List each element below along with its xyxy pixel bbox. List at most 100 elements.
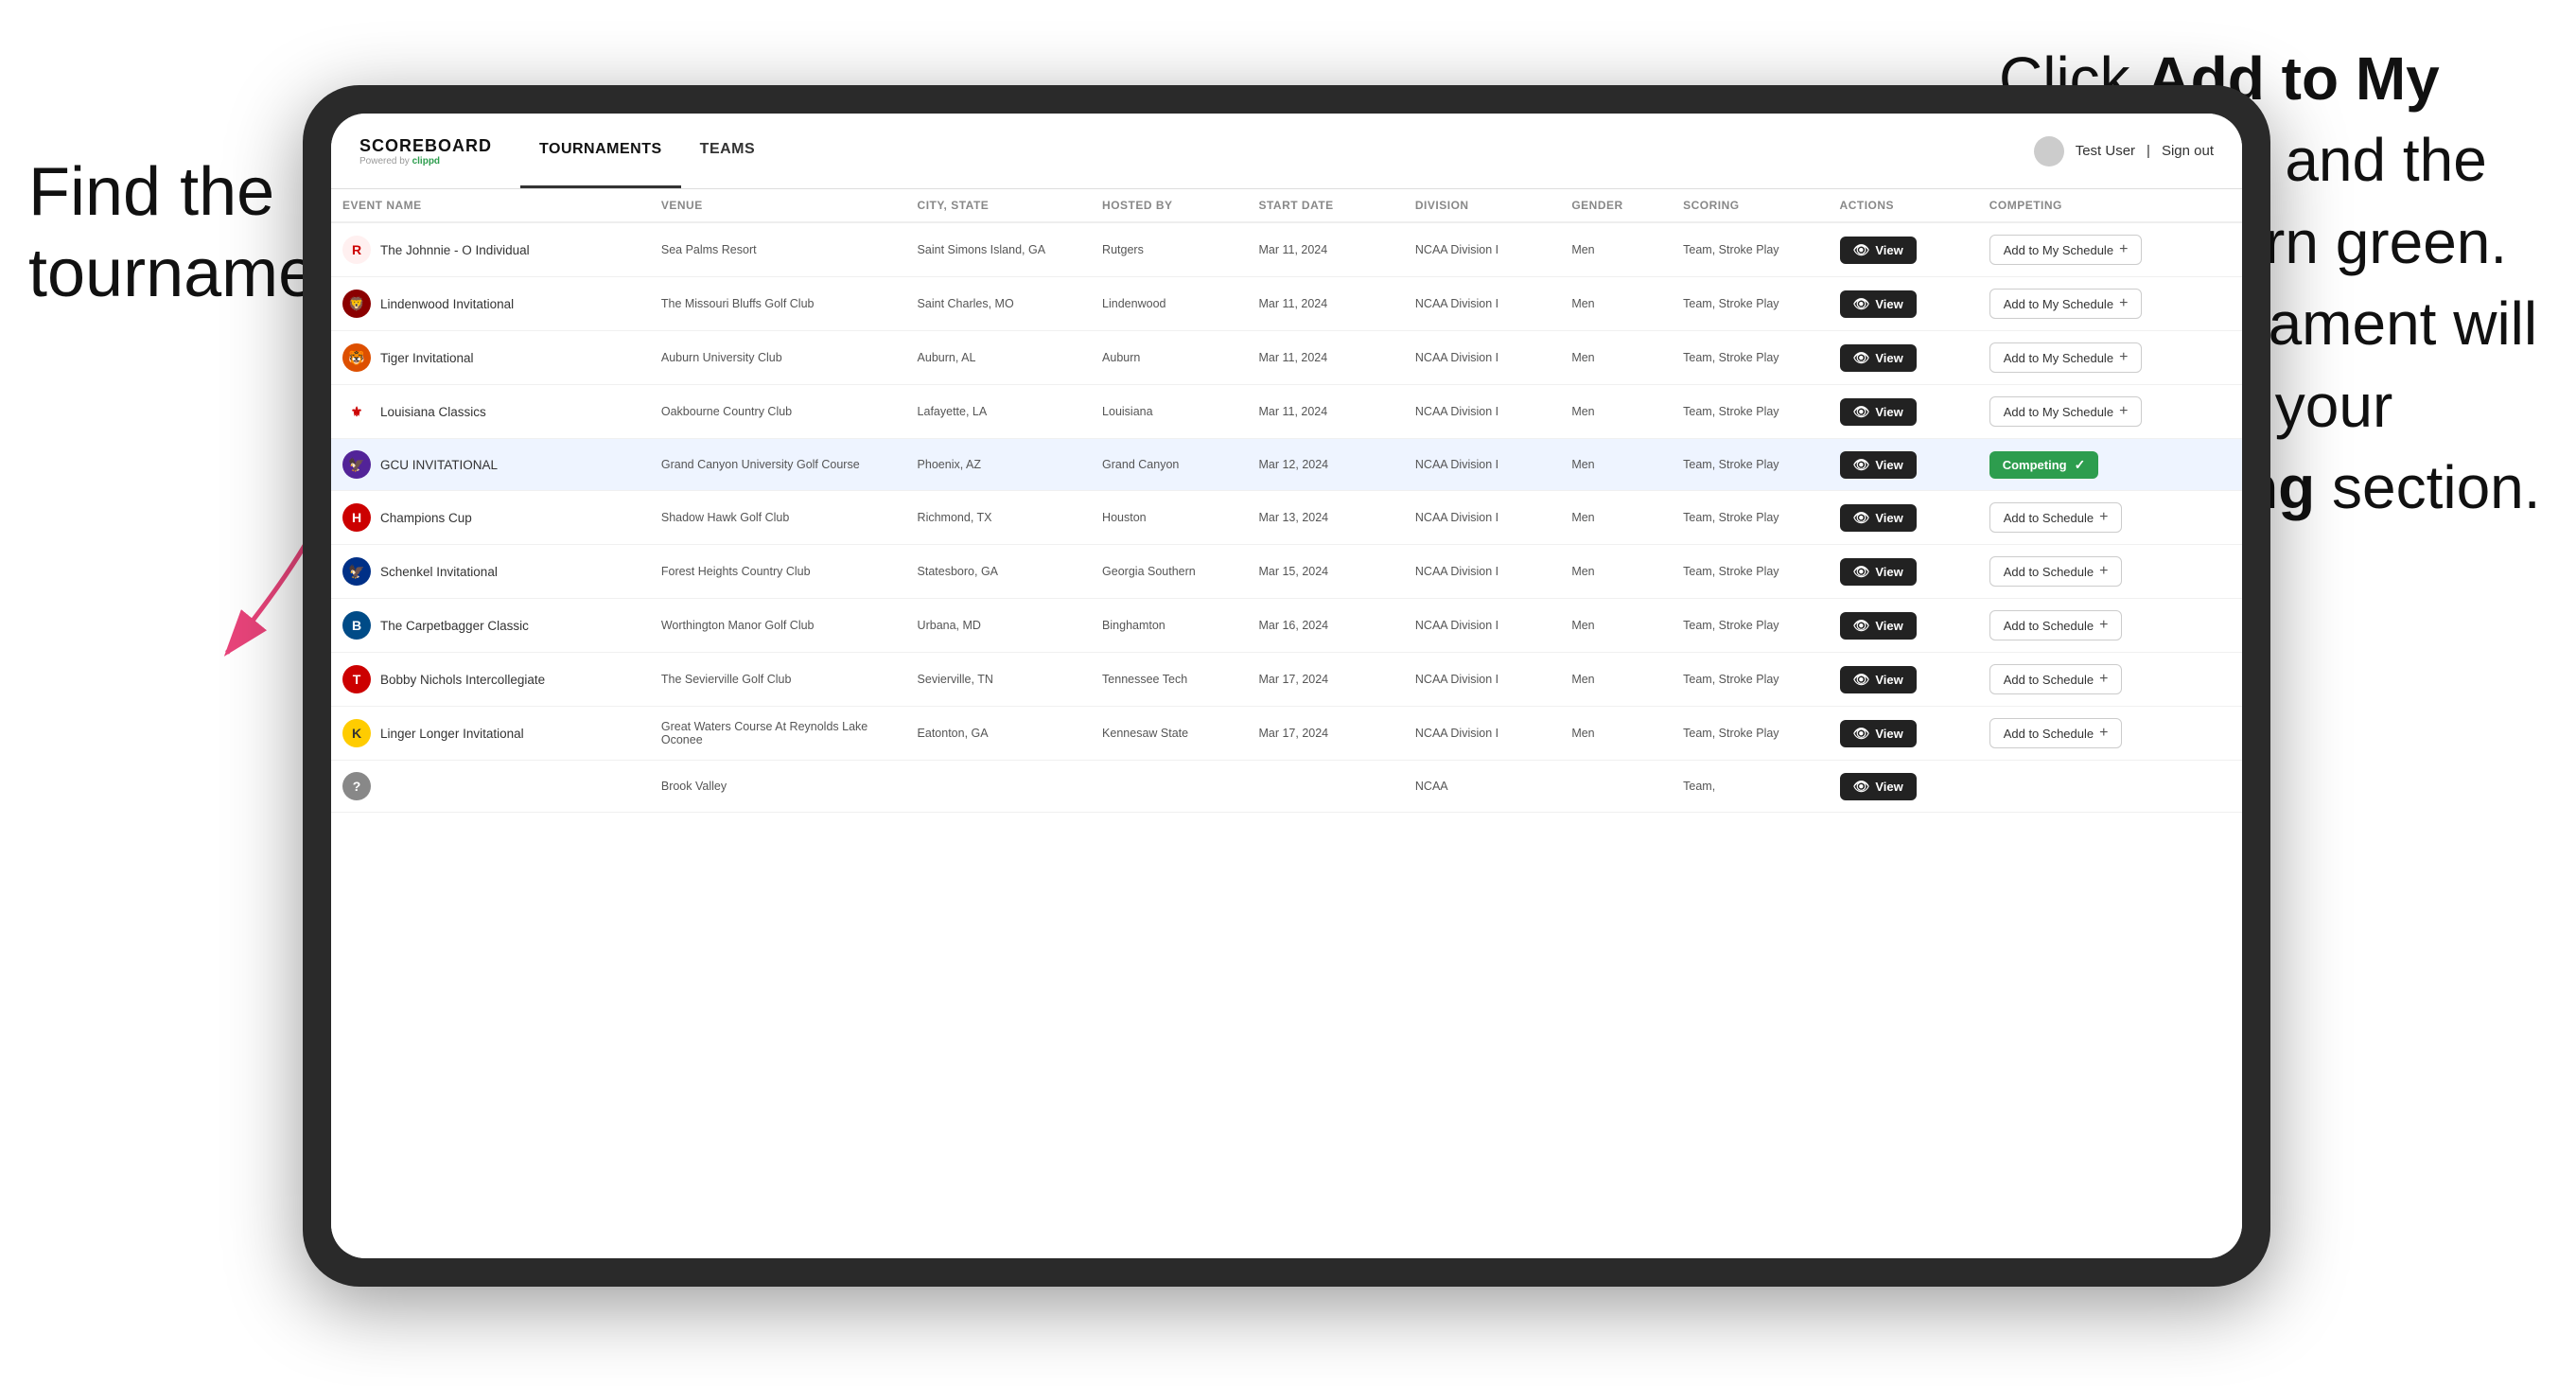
venue-cell: Oakbourne Country Club: [650, 385, 906, 439]
view-button[interactable]: 👁 View: [1840, 773, 1917, 800]
division-cell: NCAA Division I: [1404, 222, 1560, 277]
nav-tab-teams[interactable]: TEAMS: [681, 114, 775, 188]
team-logo: 🦁: [342, 289, 371, 318]
app-header: SCOREBOARD Powered by clippd TOURNAMENTS…: [331, 114, 2242, 189]
view-button[interactable]: 👁 View: [1840, 720, 1917, 747]
event-name: The Johnnie - O Individual: [380, 243, 530, 257]
scoring-cell: Team, Stroke Play: [1672, 439, 1828, 491]
nav-tab-tournaments[interactable]: TOURNAMENTS: [520, 114, 681, 188]
plus-icon: +: [2099, 617, 2108, 634]
view-button[interactable]: 👁 View: [1840, 451, 1917, 479]
table-row: ⚜ Louisiana Classics Oakbourne Country C…: [331, 385, 2242, 439]
left-annotation: Find thetournament.: [28, 151, 350, 315]
gender-cell: Men: [1560, 599, 1672, 653]
date-cell: Mar 11, 2024: [1247, 277, 1403, 331]
view-button[interactable]: 👁 View: [1840, 504, 1917, 532]
venue-cell: Great Waters Course At Reynolds Lake Oco…: [650, 707, 906, 761]
event-cell: K Linger Longer Invitational: [331, 707, 650, 761]
plus-icon: +: [2119, 241, 2128, 258]
team-logo: 🐯: [342, 343, 371, 372]
add-to-schedule-button[interactable]: Add to Schedule +: [1989, 610, 2123, 640]
col-header-actions: ACTIONS: [1829, 189, 1978, 222]
gender-cell: Men: [1560, 439, 1672, 491]
scoring-cell: Team, Stroke Play: [1672, 599, 1828, 653]
division-cell: NCAA: [1404, 761, 1560, 813]
user-avatar: [2034, 136, 2064, 167]
date-cell: Mar 11, 2024: [1247, 222, 1403, 277]
view-button[interactable]: 👁 View: [1840, 666, 1917, 693]
plus-icon: +: [2119, 349, 2128, 366]
view-button[interactable]: 👁 View: [1840, 398, 1917, 426]
add-to-schedule-button[interactable]: Add to My Schedule +: [1989, 289, 2143, 319]
gender-cell: Men: [1560, 331, 1672, 385]
table-row: H Champions Cup Shadow Hawk Golf ClubRic…: [331, 491, 2242, 545]
tablet-device: SCOREBOARD Powered by clippd TOURNAMENTS…: [303, 85, 2270, 1287]
hosted-by-cell: Georgia Southern: [1091, 545, 1247, 599]
table-row: T Bobby Nichols Intercollegiate The Sevi…: [331, 653, 2242, 707]
competing-cell: Add to My Schedule +: [1978, 277, 2242, 331]
event-cell: 🦅 GCU INVITATIONAL: [331, 439, 650, 491]
eye-icon: 👁: [1853, 510, 1870, 526]
event-name: Tiger Invitational: [380, 351, 474, 365]
view-button[interactable]: 👁 View: [1840, 344, 1917, 372]
table-row: R The Johnnie - O Individual Sea Palms R…: [331, 222, 2242, 277]
scoring-cell: Team, Stroke Play: [1672, 491, 1828, 545]
scoring-cell: Team,: [1672, 761, 1828, 813]
plus-icon: +: [2119, 295, 2128, 312]
add-to-schedule-button[interactable]: Add to My Schedule +: [1989, 396, 2143, 427]
event-name: Lindenwood Invitational: [380, 297, 514, 311]
date-cell: [1247, 761, 1403, 813]
actions-cell: 👁 View: [1829, 385, 1978, 439]
add-to-schedule-button[interactable]: Add to My Schedule +: [1989, 235, 2143, 265]
table-row: K Linger Longer Invitational Great Water…: [331, 707, 2242, 761]
view-button[interactable]: 👁 View: [1840, 290, 1917, 318]
gender-cell: Men: [1560, 653, 1672, 707]
gender-cell: Men: [1560, 545, 1672, 599]
col-header-gender: GENDER: [1560, 189, 1672, 222]
check-icon: ✓: [2075, 457, 2086, 473]
competing-cell: Add to Schedule +: [1978, 545, 2242, 599]
venue-cell: Forest Heights Country Club: [650, 545, 906, 599]
scoring-cell: Team, Stroke Play: [1672, 653, 1828, 707]
view-button[interactable]: 👁 View: [1840, 558, 1917, 586]
add-to-schedule-button[interactable]: Add to Schedule +: [1989, 664, 2123, 694]
actions-cell: 👁 View: [1829, 222, 1978, 277]
city-cell: Statesboro, GA: [906, 545, 1092, 599]
hosted-by-cell: Tennessee Tech: [1091, 653, 1247, 707]
plus-icon: +: [2099, 563, 2108, 580]
sign-out-link[interactable]: Sign out: [2162, 143, 2214, 159]
hosted-by-cell: Louisiana: [1091, 385, 1247, 439]
table-row: 🦁 Lindenwood Invitational The Missouri B…: [331, 277, 2242, 331]
city-cell: Saint Charles, MO: [906, 277, 1092, 331]
scoring-cell: Team, Stroke Play: [1672, 331, 1828, 385]
eye-icon: 👁: [1853, 618, 1870, 634]
event-name: Champions Cup: [380, 511, 472, 525]
date-cell: Mar 11, 2024: [1247, 331, 1403, 385]
team-logo: ?: [342, 772, 371, 800]
venue-cell: Brook Valley: [650, 761, 906, 813]
division-cell: NCAA Division I: [1404, 707, 1560, 761]
team-logo: B: [342, 611, 371, 640]
col-header-competing: COMPETING: [1978, 189, 2242, 222]
city-cell: Eatonton, GA: [906, 707, 1092, 761]
table-row: 🦅 Schenkel Invitational Forest Heights C…: [331, 545, 2242, 599]
competing-button[interactable]: Competing ✓: [1989, 451, 2099, 479]
division-cell: NCAA Division I: [1404, 545, 1560, 599]
add-to-schedule-button[interactable]: Add to Schedule +: [1989, 556, 2123, 587]
event-name: Bobby Nichols Intercollegiate: [380, 673, 545, 687]
hosted-by-cell: Grand Canyon: [1091, 439, 1247, 491]
col-header-venue: VENUE: [650, 189, 906, 222]
add-to-schedule-button[interactable]: Add to Schedule +: [1989, 718, 2123, 748]
team-logo: K: [342, 719, 371, 747]
venue-cell: The Missouri Bluffs Golf Club: [650, 277, 906, 331]
add-to-schedule-button[interactable]: Add to Schedule +: [1989, 502, 2123, 533]
eye-icon: 👁: [1853, 564, 1870, 580]
logo-area: SCOREBOARD Powered by clippd: [359, 136, 492, 167]
view-button[interactable]: 👁 View: [1840, 612, 1917, 640]
view-button[interactable]: 👁 View: [1840, 237, 1917, 264]
add-to-schedule-button[interactable]: Add to My Schedule +: [1989, 342, 2143, 373]
eye-icon: 👁: [1853, 672, 1870, 688]
event-name: Linger Longer Invitational: [380, 727, 524, 741]
event-cell: H Champions Cup: [331, 491, 650, 545]
table-row: ? Brook Valley NCAA Team, 👁 View: [331, 761, 2242, 813]
